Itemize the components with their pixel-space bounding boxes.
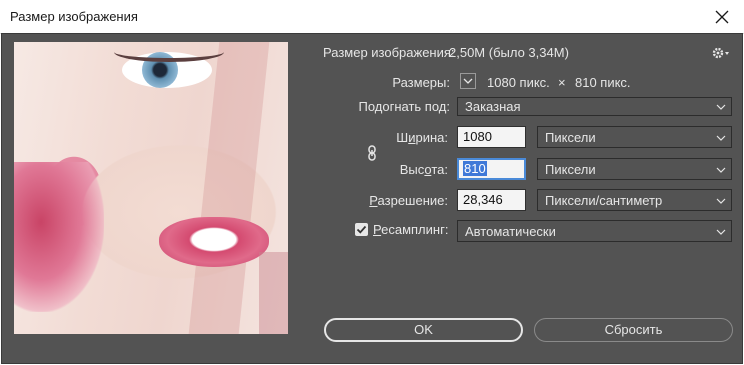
- close-button[interactable]: [700, 0, 744, 33]
- dimensions-dropdown[interactable]: [460, 73, 476, 89]
- chevron-down-icon: [716, 198, 726, 204]
- resolution-label: Разрешение:: [369, 193, 448, 208]
- chevron-down-icon: [463, 78, 473, 84]
- image-size-value: 2,50М (было 3,34М): [449, 45, 569, 60]
- preview-lash: [114, 42, 224, 62]
- width-label: Ширина:: [396, 130, 448, 145]
- dialog-body: Размер изображения: 2,50М (было 3,34М) Р…: [1, 33, 743, 364]
- width-input[interactable]: 1080: [457, 126, 526, 148]
- height-input-value: 810: [463, 161, 487, 176]
- preview-overlay-band-2: [259, 252, 288, 334]
- chevron-down-icon: [716, 104, 726, 110]
- ok-button[interactable]: OK: [324, 318, 523, 342]
- resample-method-value: Автоматически: [465, 224, 556, 239]
- link-constrain-icon[interactable]: [366, 145, 378, 161]
- dimensions-height: 810 пикс.: [575, 75, 631, 90]
- resample-checkbox[interactable]: [355, 223, 368, 236]
- check-icon: [356, 225, 367, 234]
- preview-flower: [14, 162, 104, 312]
- height-unit-value: Пиксели: [545, 162, 596, 177]
- height-unit-select[interactable]: Пиксели: [537, 158, 732, 180]
- chevron-down-icon: [716, 229, 726, 235]
- image-size-label: Размер изображения:: [323, 45, 455, 60]
- chevron-down-icon: [716, 167, 726, 173]
- preview-overlay-band: [188, 42, 270, 334]
- dimensions-width: 1080 пикс.: [487, 75, 550, 90]
- dimensions-separator: ×: [558, 75, 566, 90]
- height-input[interactable]: 810: [457, 158, 526, 180]
- fit-to-value: Заказная: [465, 99, 521, 114]
- fit-to-select[interactable]: Заказная: [457, 97, 732, 116]
- width-unit-value: Пиксели: [545, 130, 596, 145]
- resolution-unit-select[interactable]: Пиксели/сантиметр: [537, 189, 732, 211]
- fit-to-label: Подогнать под:: [358, 99, 451, 114]
- chevron-down-icon: [716, 135, 726, 141]
- reset-button[interactable]: Сбросить: [534, 318, 733, 342]
- dimensions-label: Размеры:: [392, 75, 450, 90]
- width-unit-select[interactable]: Пиксели: [537, 126, 732, 148]
- image-preview[interactable]: [14, 42, 288, 334]
- close-icon: [715, 10, 729, 23]
- resolution-input[interactable]: 28,346: [457, 189, 526, 211]
- resample-method-select[interactable]: Автоматически: [457, 220, 732, 242]
- resolution-unit-value: Пиксели/сантиметр: [545, 193, 663, 208]
- preview-lips: [159, 217, 269, 267]
- resample-label: Ресамплинг:: [373, 222, 449, 237]
- window-title: Размер изображения: [10, 9, 138, 24]
- title-bar: Размер изображения: [0, 0, 744, 34]
- gear-icon[interactable]: [712, 46, 732, 60]
- height-label: Высота:: [399, 162, 448, 177]
